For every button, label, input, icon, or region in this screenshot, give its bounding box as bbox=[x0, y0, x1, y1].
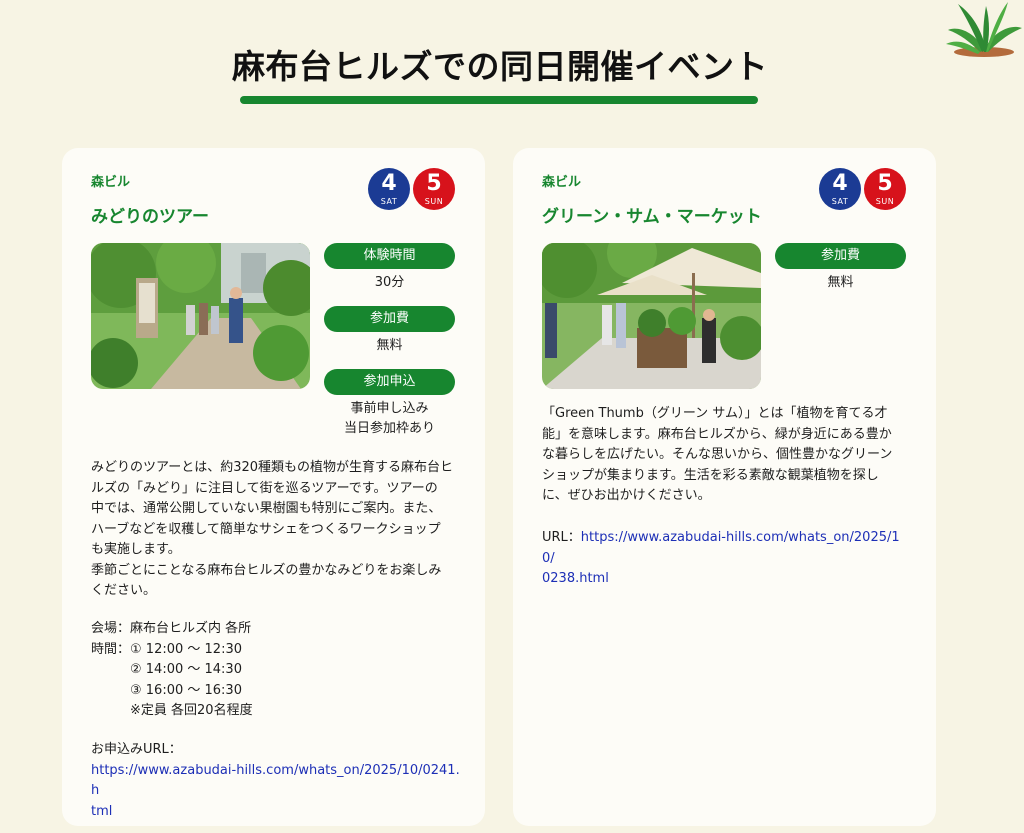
page-title: 麻布台ヒルズでの同日開催イベント bbox=[232, 47, 768, 86]
event-photo bbox=[91, 243, 310, 389]
url-label: お申込みURL： bbox=[91, 742, 182, 757]
date-weekday: SAT bbox=[380, 197, 398, 206]
title-underline bbox=[240, 96, 758, 104]
url-text: https://www.azabudai-hills.com/whats_on/… bbox=[91, 762, 460, 799]
date-badge-sun: 5 SUN bbox=[864, 168, 906, 210]
description-line: ください。 bbox=[91, 583, 157, 598]
description-line: ルズの「みどり」に注目して街を巡るツアーです。ツアーの bbox=[91, 480, 438, 496]
description-line: 「Green Thumb（グリーン サム）」とは「植物を育てる才 bbox=[542, 406, 888, 421]
event-venue: 森ビル bbox=[91, 175, 131, 190]
application-url-link[interactable]: https://www.azabudai-hills.com/whats_on/… bbox=[91, 761, 461, 823]
event-description: みどりのツアーとは、約320種類もの植物が生育する麻布台ヒ ルズの「みどり」に注… bbox=[91, 458, 461, 602]
url-label: URL： bbox=[542, 530, 581, 545]
description-line: な暮らしを広げたい。そんな思いから、個性豊かなグリーン bbox=[542, 447, 893, 462]
url-text: https://www.azabudai-hills.com/whats_on/… bbox=[542, 530, 900, 566]
event-url-block: URL：https://www.azabudai-hills.com/whats… bbox=[542, 528, 912, 590]
description-line: みどりのツアーとは、約320種類もの植物が生育する麻布台ヒ bbox=[91, 460, 454, 475]
description-line: ハーブなどを収穫して簡単なサシェをつくるワークショップ bbox=[91, 521, 441, 537]
event-schedule: 会場：麻布台ヒルズ内 各所 時間：① 12:00 〜 12:30 ② 14:00… bbox=[91, 619, 461, 722]
event-description: 「Green Thumb（グリーン サム）」とは「植物を育てる才 能」を意味しま… bbox=[542, 404, 912, 507]
date-badge-sun: 5 SUN bbox=[413, 168, 455, 210]
description-line: も実施します。 bbox=[91, 542, 181, 557]
date-weekday: SUN bbox=[875, 197, 895, 206]
description-line: に、ぜひお出かけください。 bbox=[542, 488, 711, 503]
event-url-link[interactable]: https://www.azabudai-hills.com/whats_on/… bbox=[542, 530, 912, 590]
date-weekday: SUN bbox=[424, 197, 444, 206]
date-weekday: SAT bbox=[831, 197, 849, 206]
description-line: 中では、通常公開していない果樹園も特別にご案内。また、 bbox=[91, 501, 442, 516]
time-slot: ① 12:00 〜 12:30 bbox=[130, 641, 242, 657]
event-title: みどりのツアー bbox=[91, 207, 209, 227]
event-photo bbox=[542, 243, 761, 389]
info-label-fee: 参加費 bbox=[324, 306, 455, 332]
date-number: 5 bbox=[877, 171, 893, 196]
time-slot: ② 14:00 〜 14:30 bbox=[130, 662, 242, 677]
info-value-fee: 無料 bbox=[376, 338, 403, 353]
description-line: ショップが集まります。生活を彩る素敵な観葉植物を探し bbox=[542, 467, 879, 483]
venue-line: 会場：麻布台ヒルズ内 各所 bbox=[91, 621, 252, 636]
info-label-duration: 体験時間 bbox=[324, 243, 455, 269]
event-venue: 森ビル bbox=[542, 175, 582, 190]
date-number: 4 bbox=[381, 171, 397, 196]
info-value-duration: 30分 bbox=[374, 275, 405, 290]
date-number: 5 bbox=[426, 171, 442, 196]
info-value-application-2: 当日参加枠あり bbox=[343, 421, 435, 436]
event-card-midori-tour: 森ビル みどりのツアー 4 SAT 5 SUN 体験時間 30分 参加費 無料 … bbox=[62, 148, 485, 826]
event-title: グリーン・サム・マーケット bbox=[542, 207, 762, 227]
url-text: 0238.html bbox=[542, 571, 609, 586]
capacity-note: ※定員 各回20名程度 bbox=[130, 703, 253, 718]
info-label-fee: 参加費 bbox=[775, 243, 906, 269]
info-label-application: 参加申込 bbox=[324, 369, 455, 395]
time-label: 時間： bbox=[91, 641, 131, 657]
description-line: 季節ごとにことなる麻布台ヒルズの豊かなみどりをお楽しみ bbox=[91, 562, 442, 578]
description-line: 能」を意味します。麻布台ヒルズから、緑が身近にある豊か bbox=[542, 426, 892, 442]
event-url-block: お申込みURL： https://www.azabudai-hills.com/… bbox=[91, 740, 461, 822]
info-value-fee: 無料 bbox=[827, 275, 854, 290]
info-value-application-1: 事前申し込み bbox=[350, 401, 429, 416]
date-badge-sat: 4 SAT bbox=[368, 168, 410, 210]
date-number: 4 bbox=[832, 171, 848, 196]
url-text: tml bbox=[91, 803, 113, 819]
date-badge-sat: 4 SAT bbox=[819, 168, 861, 210]
time-slot: ③ 16:00 〜 16:30 bbox=[130, 682, 242, 698]
time-row: 時間：① 12:00 〜 12:30 bbox=[91, 640, 461, 661]
event-card-green-thumb-market: 森ビル グリーン・サム・マーケット 4 SAT 5 SUN 参加費 無料 「Gr… bbox=[513, 148, 936, 826]
